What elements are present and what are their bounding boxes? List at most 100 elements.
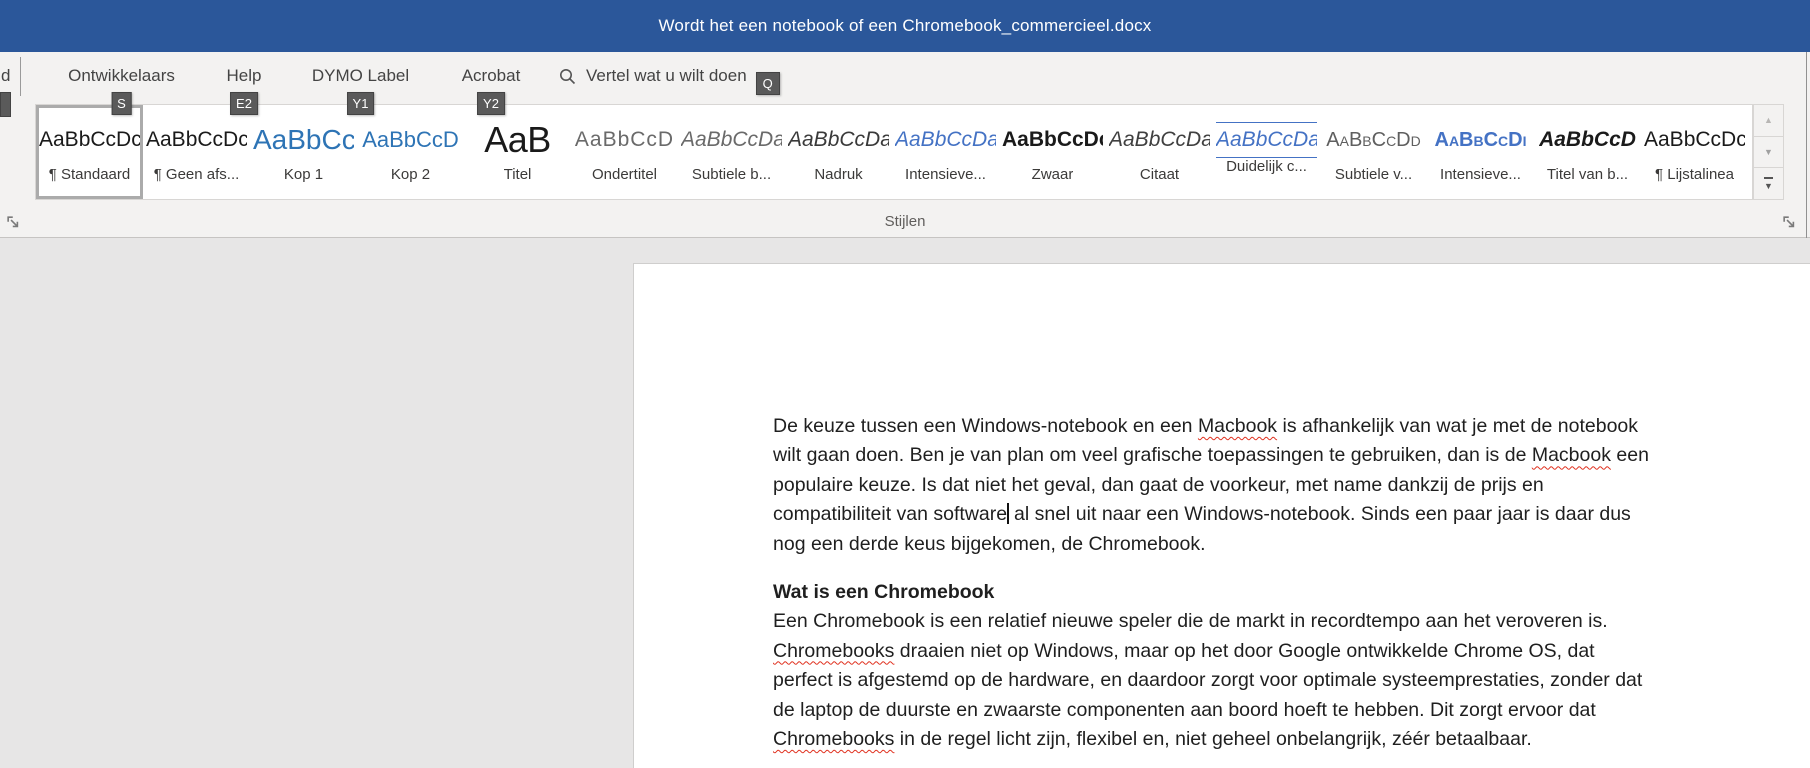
tab-dymo-label[interactable]: DYMO Label Y1 [306,52,415,115]
text-line: compatibiliteit van software al snel uit… [773,500,1810,529]
text-segment: een [1610,444,1649,467]
ribbon-styles-group: AaBbCcDc ¶ Standaard AaBbCcDc ¶ Geen afs...… [0,100,1810,238]
text-segment: De keuze tussen een Windows-notebook en … [773,415,1198,437]
document-paragraph: Een Chromebook is een relatief nieuwe sp… [773,607,1810,754]
title-bar: Wordt het een notebook of een Chromebook… [0,0,1810,52]
style-item[interactable]: AaBbCcDa Citaat [1106,105,1213,199]
tab-label: Ontwikkelaars [68,66,175,85]
keytip-partial [0,92,11,117]
gallery-scroll-up-button[interactable]: ▲ [1753,104,1784,137]
style-item[interactable]: AaBbCcDa Nadruk [785,105,892,199]
style-label: Titel van b... [1546,166,1629,183]
style-label: Subtiele v... [1334,166,1413,183]
text-segment: draaien niet op Windows, maar op het doo… [894,639,1595,662]
style-preview: AaBbCcDi [1434,128,1527,151]
word-application-window: Wordt het een notebook of een Chromebook… [0,0,1810,768]
text-line: de laptop de duurste en zwaarste compone… [773,696,1810,725]
style-item[interactable]: AaBbCc Kop 1 [250,105,357,199]
style-preview: AaBbCcDa [895,128,996,151]
misspelled-word: Macbook [1197,415,1278,437]
document-page[interactable]: De keuze tussen een Windows-notebook en … [633,263,1810,768]
keytip-dymo-label: Y1 [346,92,375,115]
keytip-ontwikkelaars: S [111,92,132,115]
tab-label: Help [226,66,262,85]
document-paragraph: De keuze tussen een Windows-notebook en … [773,412,1810,559]
text-segment: is afhankelijk van wat je met de noteboo… [1277,415,1639,437]
style-preview: AaBbCcDc [146,128,247,151]
tab-acrobat[interactable]: Acrobat Y2 [455,52,527,115]
style-preview: AaB [484,119,551,160]
tell-me-label: Vertel wat u wilt doen [586,66,747,85]
style-item[interactable]: AaBbCcDa Duidelijk c... [1213,105,1320,199]
style-label: Intensieve... [1440,166,1521,183]
text-segment: in de regel licht zijn, flexibel en, nie… [894,727,1532,750]
style-label: Titel [503,166,532,183]
document-title: Wordt het een notebook of een Chromebook… [658,16,1152,35]
text-line: perfect is afgestemd op de hardware, en … [773,666,1810,695]
text-line: Een Chromebook is een relatief nieuwe sp… [773,607,1810,636]
style-item[interactable]: AaBbCcDd Subtiele v... [1320,105,1427,199]
gallery-more-button[interactable]: ▼ [1753,167,1784,201]
document-content: De keuze tussen een Windows-notebook en … [634,264,1810,754]
text-line: Chromebooks draaien niet op Windows, maa… [773,637,1810,666]
style-item[interactable]: AaBbCcDc Zwaar [999,105,1106,199]
text-segment: populaire keuze. Is dat niet het geval, … [773,473,1544,496]
text-segment: al snel uit naar een Windows-notebook. S… [1008,503,1631,526]
style-preview: AaBbCcDa [788,128,889,151]
gallery-scroll-down-button[interactable]: ▼ [1753,135,1784,169]
tell-me-box[interactable]: Vertel wat u wilt doen Q [558,52,780,100]
style-item[interactable]: AaBbCcDc ¶ Standaard [36,105,143,199]
style-label: Nadruk [814,166,863,183]
keytip-help: E2 [230,92,258,115]
style-label: Kop 1 [283,166,324,183]
text-line: Wat is een Chromebook [773,578,1810,607]
style-label: Ondertitel [591,166,658,183]
style-preview: AaBbCcDc [39,128,140,151]
style-preview: AaBbCcD [362,127,459,152]
style-preview: AaBbCcDa [681,128,782,151]
style-preview: AaBbCcDd [1326,128,1421,151]
style-label: Citaat [1139,166,1180,183]
document-area: De keuze tussen een Windows-notebook en … [0,238,1810,768]
style-preview: AaBbCcD [1539,128,1636,151]
text-segment: de laptop de duurste en zwaarste compone… [773,698,1596,721]
text-line: populaire keuze. Is dat niet het geval, … [773,471,1810,500]
style-label: Kop 2 [390,166,431,183]
text-segment: Wat is een Chromebook [773,580,995,603]
text-segment: compatibiliteit van software [773,503,1008,526]
text-line: De keuze tussen een Windows-notebook en … [773,412,1810,441]
ribbon-tab-row: d Ontwikkelaars S Help E2 DYMO Label Y1 … [0,52,1810,117]
text-line: wilt gaan doen. Ben je van plan om veel … [773,441,1810,470]
text-segment: nog een derde keus bijgekomen, de Chrome… [773,532,1206,555]
style-label: ¶ Geen afs... [153,166,240,183]
text-segment: wilt gaan doen. Ben je van plan om veel … [773,444,1532,467]
misspelled-word: Chromebooks [773,639,895,662]
tab-help[interactable]: Help E2 [225,52,263,115]
style-item[interactable]: AaBbCcDi Intensieve... [1427,105,1534,199]
style-preview: AaBbCcDa [1109,128,1210,151]
dialog-launcher-icon[interactable] [7,216,22,231]
more-arrow-icon: ▼ [1764,180,1773,191]
window-right-edge [1806,52,1807,238]
gallery-scrollbar: ▲ ▼ ▼ [1753,104,1784,201]
text-segment: perfect is afgestemd op de hardware, en … [773,669,1643,692]
style-preview: AaBbCcDc [1644,128,1745,151]
misspelled-word: Chromebooks [773,727,895,750]
style-label: Zwaar [1031,166,1074,183]
style-label: Subtiele b... [691,166,772,183]
style-preview: AaBbCcDa [1216,122,1317,158]
style-item[interactable]: AaB Titel [464,105,571,199]
style-item[interactable]: AaBbCcDc ¶ Geen afs... [143,105,250,199]
style-item[interactable]: AaBbCcDa Intensieve... [892,105,999,199]
style-item[interactable]: AaBbCcDa Subtiele b... [678,105,785,199]
tab-label: Acrobat [461,66,521,85]
dialog-launcher-icon[interactable] [1783,216,1798,231]
tab-ontwikkelaars[interactable]: Ontwikkelaars S [63,52,180,115]
text-segment: Een Chromebook is een relatief nieuwe sp… [773,610,1608,633]
tab-separator [20,57,21,96]
style-item[interactable]: AaBbCcDc ¶ Lijstalinea [1641,105,1748,199]
style-item[interactable]: AaBbCcD Ondertitel [571,105,678,199]
style-item[interactable]: AaBbCcD Titel van b... [1534,105,1641,199]
style-label: ¶ Lijstalinea [1655,166,1734,183]
style-item[interactable]: AaBbCcD Kop 2 [357,105,464,199]
